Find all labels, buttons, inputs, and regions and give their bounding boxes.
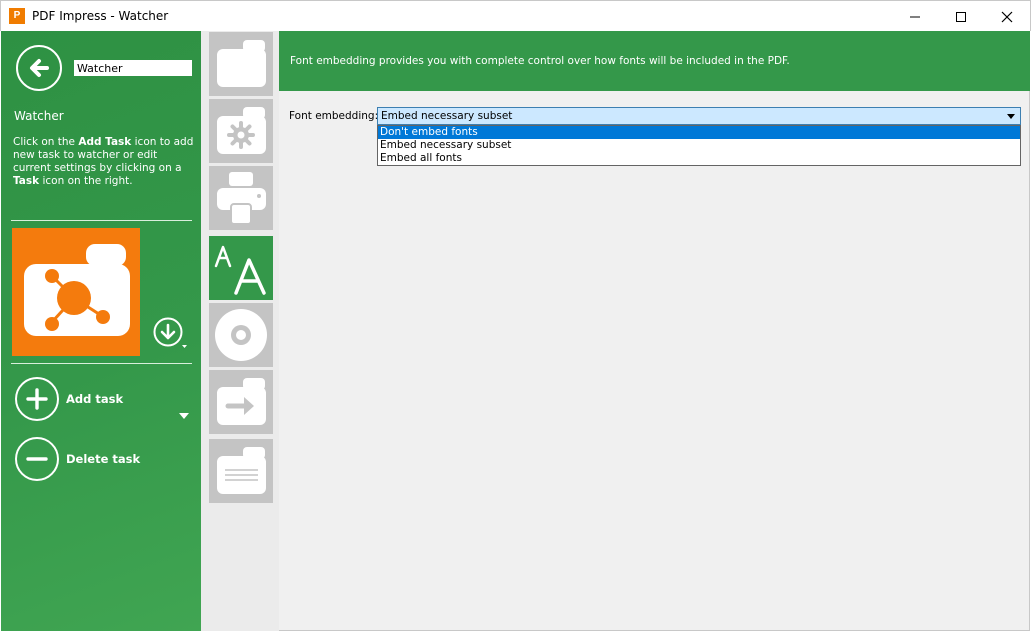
arrow-left-icon (30, 59, 49, 77)
content-area: Font embedding provides you with complet… (279, 31, 1030, 631)
divider (11, 220, 192, 221)
maximize-icon (956, 12, 966, 22)
option-embed-subset[interactable]: Embed necessary subset (378, 139, 1020, 152)
minimize-button[interactable] (892, 1, 938, 32)
close-icon (1001, 11, 1013, 23)
select-value: Embed necessary subset (381, 110, 513, 122)
document-icon (217, 447, 266, 494)
banner-text: Font embedding provides you with complet… (290, 55, 790, 67)
delete-circle (15, 437, 59, 481)
download-icon (153, 317, 187, 348)
disc-icon (215, 309, 267, 361)
panel-heading: Watcher (14, 109, 64, 123)
strip-item-settings[interactable] (209, 99, 273, 163)
strip-item-disc[interactable] (209, 303, 273, 367)
settings-category-strip (201, 31, 279, 631)
add-circle (15, 377, 59, 421)
font-embedding-dropdown-list: Don't embed fonts Embed necessary subset… (377, 125, 1021, 166)
option-dont-embed[interactable]: Don't embed fonts (378, 126, 1020, 139)
chevron-down-icon[interactable] (179, 413, 189, 419)
download-button[interactable] (153, 317, 187, 349)
help-text: Click on the Add Task icon to add new ta… (13, 136, 194, 187)
delete-task-button[interactable]: Delete task (15, 437, 195, 481)
pdf-impress-app-icon: P (9, 8, 25, 24)
font-embedding-select[interactable]: Embed necessary subset (377, 107, 1021, 125)
window-title: PDF Impress - Watcher (32, 9, 169, 23)
strip-item-printer[interactable] (209, 166, 273, 230)
network-folder-icon (24, 244, 130, 336)
export-icon (217, 378, 266, 425)
title-bar: P PDF Impress - Watcher (0, 0, 1031, 31)
font-embedding-label: Font embedding: (289, 110, 379, 122)
maximize-button[interactable] (938, 1, 984, 32)
minimize-icon (910, 16, 920, 18)
close-button[interactable] (984, 1, 1030, 32)
folder-icon (217, 40, 266, 87)
strip-item-export[interactable] (209, 370, 273, 434)
font-icon (214, 245, 266, 295)
delete-task-label: Delete task (66, 452, 141, 466)
option-embed-all[interactable]: Embed all fonts (378, 152, 1020, 165)
divider (11, 363, 192, 364)
task-tile[interactable] (12, 228, 140, 356)
add-task-button[interactable]: Add task (15, 377, 195, 421)
strip-item-document[interactable] (209, 439, 273, 503)
add-task-label: Add task (66, 392, 124, 406)
description-banner: Font embedding provides you with complet… (279, 31, 1030, 91)
settings-icon (217, 107, 266, 154)
strip-item-folder[interactable] (209, 32, 273, 96)
back-button[interactable] (16, 45, 62, 91)
strip-item-fonts[interactable] (209, 236, 273, 300)
printer-icon (217, 172, 266, 225)
minus-icon (26, 457, 48, 461)
plus-icon (26, 388, 48, 410)
watcher-panel: Watcher Click on the Add Task icon to ad… (1, 31, 201, 631)
chevron-down-icon (1007, 114, 1015, 119)
watcher-name-input[interactable] (74, 60, 192, 76)
